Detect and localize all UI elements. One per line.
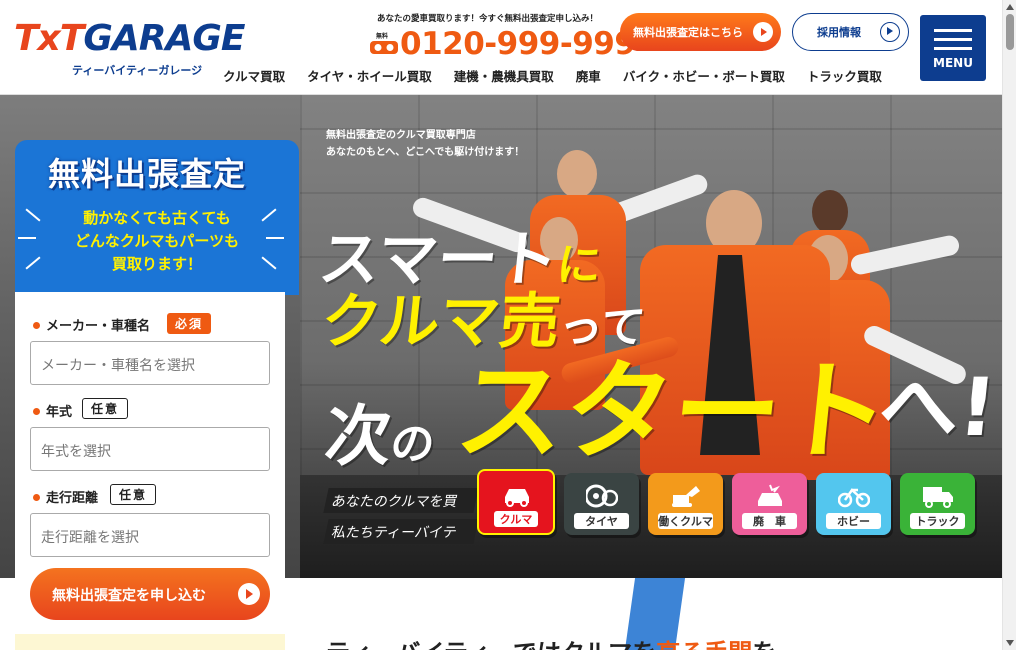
year-label: 年式	[33, 401, 72, 420]
arrow-right-icon	[880, 22, 900, 42]
scroll-up-icon[interactable]	[1006, 4, 1014, 10]
category-hobby-button[interactable]: ホビー	[816, 473, 891, 535]
category-truck-label: トラック	[910, 513, 965, 529]
free-dial-label: 無料	[376, 32, 388, 40]
maker-label: メーカー・車種名	[33, 315, 150, 334]
category-scrap-button[interactable]: 廃 車	[732, 473, 807, 535]
tel-caption: あなたの愛車買取ります！今すぐ無料出張査定申し込み！	[377, 14, 599, 24]
mileage-select[interactable]: 走行距離を選択	[30, 513, 270, 557]
hero-tagline-2: 私たちティーバイテ	[323, 519, 479, 544]
site-header: TxTGARAGE ティーバイティーガレージ あなたの愛車買取ります！今すぐ無料…	[0, 0, 1002, 95]
page-scrollbar[interactable]	[1002, 0, 1016, 650]
required-badge: 必須	[167, 313, 212, 334]
assessment-form-subtitle-line-2: どんなクルマもパーツも	[74, 232, 240, 250]
nav-item-tire-wheel[interactable]: タイヤ・ホイール買取	[307, 66, 432, 85]
global-nav: クルマ買取 タイヤ・ホイール買取 建機・農機具買取 廃車 バイク・ホビー・ボート…	[223, 66, 882, 85]
hero-headline-next: 次の	[321, 398, 438, 475]
truck-icon	[923, 487, 953, 508]
nav-item-bike-hobby-boat[interactable]: バイク・ホビー・ボート買取	[623, 66, 785, 85]
category-tire-label: タイヤ	[574, 513, 629, 529]
menu-label: MENU	[933, 56, 973, 70]
nav-item-construction[interactable]: 建機・農機具買取	[454, 66, 554, 85]
category-truck-button[interactable]: トラック	[900, 473, 975, 535]
nav-item-truck[interactable]: トラック買取	[807, 66, 882, 85]
logo-text-txt: TxT	[14, 18, 84, 59]
form-note-area	[15, 634, 285, 650]
assessment-form-subtitle-line-3: 買取ります！	[111, 255, 202, 273]
free-dial-icon: 無料	[370, 32, 398, 54]
year-select[interactable]: 年式を選択	[30, 427, 270, 471]
hero-headline-start: スタート	[450, 350, 896, 475]
category-tire-button[interactable]: タイヤ	[564, 473, 639, 535]
tel-number[interactable]: 0120-999-999	[400, 26, 636, 62]
submit-assessment-button[interactable]: 無料出張査定を申し込む	[30, 568, 270, 620]
category-hobby-label: ホビー	[826, 513, 881, 529]
assessment-form-title: 無料出張査定	[47, 155, 246, 193]
free-assessment-header-label: 無料出張査定はこちら	[633, 26, 743, 39]
submit-assessment-label: 無料出張査定を申し込む	[52, 588, 206, 604]
category-car-button[interactable]: クルマ	[477, 469, 555, 535]
car-icon	[505, 489, 529, 507]
nav-item-scrap[interactable]: 廃車	[576, 66, 601, 85]
category-work-vehicle-label: 働くクルマ	[658, 513, 713, 529]
recruit-label: 採用情報	[817, 26, 861, 39]
hamburger-icon	[934, 29, 972, 50]
assessment-form-subtitle: 動かなくても古くても どんなクルマもパーツも 買取ります！	[15, 207, 299, 276]
optional-badge: 任意	[110, 484, 157, 505]
hero-caption-line-1: 無料出張査定のクルマ買取専門店	[326, 130, 476, 141]
intro-heading: ティーバイティーではクルマを高る手間を	[326, 633, 776, 650]
mileage-label: 走行距離	[33, 487, 98, 506]
arrow-right-icon	[753, 22, 773, 42]
hero-caption: 無料出張査定のクルマ買取専門店 あなたのもとへ、どこへでも駆け付けます！	[326, 127, 524, 161]
site-logo[interactable]: TxTGARAGE ティーバイティーガレージ	[14, 18, 245, 80]
excavator-icon	[672, 486, 700, 507]
hero-caption-line-2: あなたのもとへ、どこへでも駆け付けます！	[326, 147, 525, 158]
nav-item-car[interactable]: クルマ買取	[223, 66, 285, 85]
logo-text-garage: GARAGE	[83, 18, 245, 59]
category-car-label: クルマ	[494, 511, 538, 527]
tire-icon	[586, 484, 618, 508]
recruit-button[interactable]: 採用情報	[792, 13, 909, 51]
scroll-down-icon[interactable]	[1006, 640, 1014, 646]
free-assessment-header-button[interactable]: 無料出張査定はこちら	[620, 13, 781, 51]
category-work-vehicle-button[interactable]: 働くクルマ	[648, 473, 723, 535]
category-scrap-label: 廃 車	[742, 513, 797, 529]
hero-headline-to: へ!	[874, 361, 1001, 454]
assessment-form-subtitle-line-1: 動かなくても古くても	[83, 209, 231, 227]
scroll-thumb[interactable]	[1006, 14, 1014, 50]
logo-subtitle: ティーバイティーガレージ	[72, 64, 203, 77]
maker-select[interactable]: メーカー・車種名を選択	[30, 341, 270, 385]
scrap-car-icon	[758, 484, 782, 506]
optional-badge: 任意	[82, 398, 129, 419]
hero-tagline-1: あなたのクルマを買	[323, 488, 479, 513]
logo-wordmark: TxTGARAGE	[14, 18, 245, 59]
arrow-right-icon	[238, 583, 260, 605]
bicycle-icon	[838, 488, 870, 508]
category-buttons: クルマ タイヤ 働くクルマ 廃 車 ホビー トラック	[477, 469, 975, 535]
menu-button[interactable]: MENU	[920, 15, 986, 81]
